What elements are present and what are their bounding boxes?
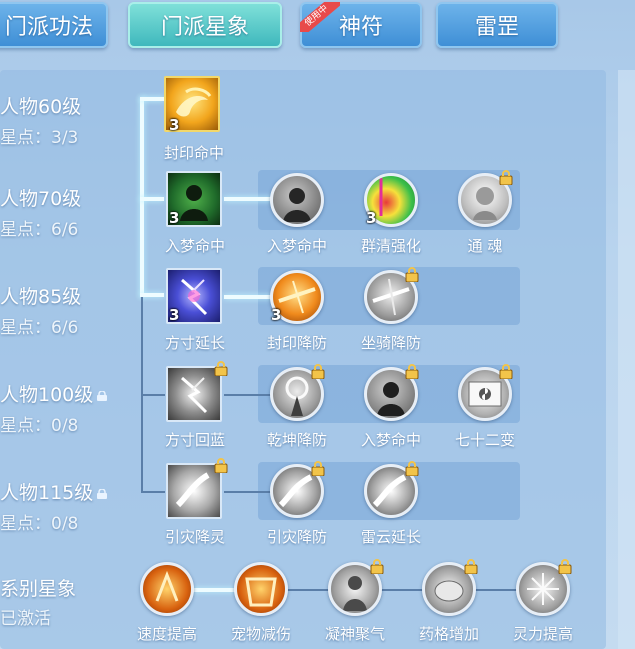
- lock-icon: [464, 559, 478, 574]
- pet-shield-icon[interactable]: [234, 562, 288, 616]
- node-label: 宠物减伤: [230, 625, 291, 643]
- lock-icon: [97, 488, 108, 499]
- row-level-label: 人物70级: [0, 188, 82, 210]
- node-label: 七十二变: [454, 431, 515, 449]
- tab-school-stars[interactable]: 门派星象: [128, 2, 282, 48]
- row-points-label: 星点：0/8: [0, 514, 79, 534]
- lock-icon: [97, 390, 108, 401]
- row-level-wrap: 人物115级: [0, 478, 108, 505]
- node-label: 凝神聚气: [324, 625, 385, 643]
- row-level-label: 人物85级: [0, 286, 82, 308]
- tab-thunder[interactable]: 雷罡: [436, 2, 558, 48]
- row-points-label: 星点：6/6: [0, 220, 79, 240]
- node-label: 入梦命中: [266, 237, 327, 255]
- tab-talisman[interactable]: 神符: [300, 2, 422, 48]
- tree-connector: [224, 295, 274, 299]
- series-title: 系别星象: [0, 578, 77, 600]
- node-label: 入梦命中: [360, 431, 421, 449]
- dream-head-icon[interactable]: [270, 173, 324, 227]
- node-count: 3: [271, 306, 282, 324]
- node-label: 坐骑降防: [360, 334, 421, 352]
- tab-label: 门派星象: [160, 15, 249, 40]
- node-count: 3: [366, 209, 377, 227]
- lock-icon: [405, 461, 419, 476]
- tree-connector: [224, 197, 274, 201]
- node-label: 引灾降防: [266, 528, 327, 546]
- series-status: 已激活: [0, 609, 51, 629]
- tree-connector: [140, 293, 164, 297]
- node-count: 3: [169, 306, 180, 324]
- lock-icon: [405, 267, 419, 282]
- tree-connector: [192, 588, 236, 592]
- node-label: 速度提高: [136, 625, 197, 643]
- tab-label: 神符: [338, 15, 383, 40]
- node-label: 方寸回蓝: [164, 431, 225, 449]
- row-points-label: 星点：0/8: [0, 416, 79, 436]
- lock-icon: [214, 361, 228, 376]
- lock-icon: [311, 461, 325, 476]
- node-count: 3: [169, 116, 180, 134]
- node-label: 群清强化: [360, 237, 421, 255]
- tab-label: 门派功法: [4, 15, 93, 40]
- row-level-wrap: 人物100级: [0, 380, 108, 407]
- node-label: 通 魂: [467, 237, 503, 255]
- speed-icon[interactable]: [140, 562, 194, 616]
- node-label: 药格增加: [418, 625, 479, 643]
- tree-connector: [140, 97, 164, 101]
- lock-icon: [558, 559, 572, 574]
- row-level-label: 人物115级: [0, 482, 94, 504]
- lock-icon: [499, 364, 513, 379]
- row-points-label: 星点：3/3: [0, 128, 79, 148]
- tree-connector: [140, 197, 164, 201]
- node-count: 3: [169, 209, 180, 227]
- tree-connector: [285, 589, 519, 591]
- node-label: 方寸延长: [164, 334, 225, 352]
- tree-connector: [141, 491, 165, 493]
- tree-connector: [141, 394, 165, 396]
- tree-connector: [224, 394, 274, 396]
- node-label: 入梦命中: [164, 237, 225, 255]
- row-points-label: 星点：6/6: [0, 318, 79, 338]
- tree-connector: [224, 491, 274, 493]
- side-strip: [618, 70, 635, 649]
- star-panel: [0, 70, 606, 649]
- lock-icon: [311, 364, 325, 379]
- tab-school-skills[interactable]: 门派功法: [0, 2, 108, 48]
- lock-icon: [499, 170, 513, 185]
- node-label: 雷云延长: [360, 528, 421, 546]
- node-label: 灵力提高: [512, 625, 573, 643]
- node-label: 引灾降灵: [164, 528, 225, 546]
- lock-icon: [214, 458, 228, 473]
- node-label: 封印降防: [266, 334, 327, 352]
- row-level-label: 人物100级: [0, 384, 94, 406]
- lock-icon: [405, 364, 419, 379]
- node-label: 封印命中: [163, 144, 224, 162]
- tab-label: 雷罡: [474, 15, 519, 40]
- lock-icon: [370, 559, 384, 574]
- node-label: 乾坤降防: [266, 431, 327, 449]
- row-level-label: 人物60级: [0, 96, 82, 118]
